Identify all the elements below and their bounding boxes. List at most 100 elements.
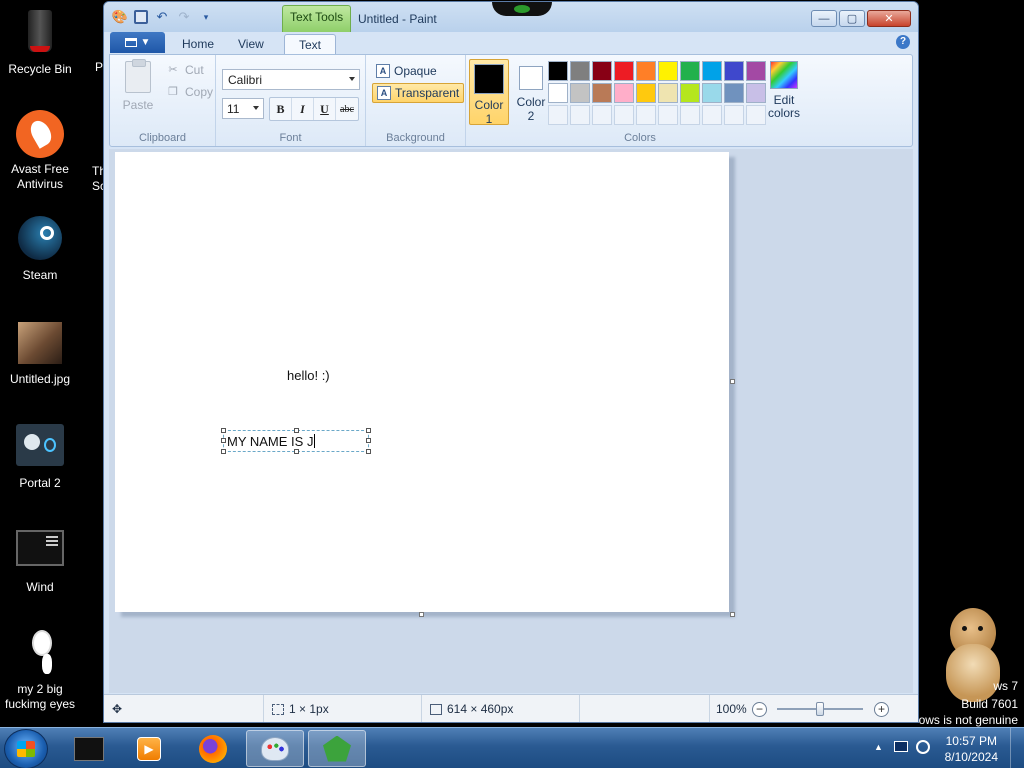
- palette-empty-swatch[interactable]: [614, 105, 634, 125]
- italic-button[interactable]: I: [292, 98, 314, 120]
- paint-app-icon[interactable]: 🎨: [112, 9, 128, 25]
- action-center-icon[interactable]: [894, 741, 908, 752]
- desktop-icon-recycle-bin[interactable]: Recycle Bin: [0, 10, 80, 77]
- tab-home[interactable]: Home: [168, 34, 228, 54]
- resize-handle[interactable]: [294, 428, 299, 433]
- redo-icon[interactable]: ↷: [176, 9, 192, 25]
- taskbar-firefox[interactable]: [184, 730, 242, 767]
- show-hidden-icons-icon[interactable]: ▲: [874, 742, 883, 752]
- palette-color-swatch[interactable]: [548, 61, 568, 81]
- resize-handle[interactable]: [221, 449, 226, 454]
- resize-handle[interactable]: [366, 449, 371, 454]
- taskbar-media-player[interactable]: ▶: [120, 730, 178, 767]
- palette-empty-swatch[interactable]: [636, 105, 656, 125]
- help-icon[interactable]: ?: [896, 35, 910, 49]
- palette-color-swatch[interactable]: [614, 83, 634, 103]
- palette-empty-swatch[interactable]: [746, 105, 766, 125]
- text-edit-box[interactable]: MY NAME IS J: [221, 428, 371, 454]
- palette-color-swatch[interactable]: [724, 83, 744, 103]
- zoom-out-button[interactable]: −: [752, 702, 767, 717]
- title-bar[interactable]: 🎨 ↶ ↷ ▾ Text Tools Untitled - Paint — ▢ …: [104, 2, 918, 32]
- palette-empty-swatch[interactable]: [658, 105, 678, 125]
- customize-toolbar-icon[interactable]: ▾: [198, 9, 214, 25]
- palette-color-swatch[interactable]: [614, 61, 634, 81]
- font-family-select[interactable]: Calibri: [222, 69, 360, 90]
- palette-color-swatch[interactable]: [570, 83, 590, 103]
- palette-color-swatch[interactable]: [636, 83, 656, 103]
- close-button[interactable]: ✕: [867, 10, 911, 27]
- strikethrough-button[interactable]: abc: [336, 98, 358, 120]
- cut-button[interactable]: ✂ Cut: [166, 63, 203, 77]
- start-button[interactable]: [4, 729, 48, 768]
- minimize-button[interactable]: —: [811, 10, 837, 27]
- font-size-select[interactable]: 11: [222, 98, 264, 119]
- palette-color-swatch[interactable]: [548, 83, 568, 103]
- window-title: Untitled - Paint: [358, 12, 437, 26]
- palette-color-swatch[interactable]: [570, 61, 590, 81]
- edit-colors-button[interactable]: Edit colors: [764, 61, 804, 120]
- taskbar-green-app[interactable]: [308, 730, 366, 767]
- palette-color-swatch[interactable]: [658, 83, 678, 103]
- color-1-button[interactable]: Color 1: [469, 59, 509, 126]
- desktop-icon-steam[interactable]: Steam: [0, 216, 80, 283]
- undo-icon[interactable]: ↶: [154, 9, 170, 25]
- desktop-icon-wind[interactable]: Wind: [0, 528, 80, 595]
- palette-empty-swatch[interactable]: [702, 105, 722, 125]
- resize-handle[interactable]: [221, 438, 226, 443]
- bold-button[interactable]: B: [270, 98, 292, 120]
- paste-button[interactable]: Paste: [120, 59, 156, 112]
- underline-button[interactable]: U: [314, 98, 336, 120]
- opaque-button[interactable]: A Opaque: [372, 61, 441, 81]
- desktop-icon-label: my 2 big fuckimg eyes: [4, 682, 76, 711]
- palette-color-swatch[interactable]: [680, 83, 700, 103]
- palette-color-swatch[interactable]: [746, 61, 766, 81]
- drawing-canvas[interactable]: hello! :) MY NAME IS J: [115, 152, 729, 612]
- palette-color-swatch[interactable]: [658, 61, 678, 81]
- desktop-icon-portal-2[interactable]: Portal 2: [0, 424, 80, 491]
- desktop-icon-avast[interactable]: Avast Free Antivirus: [0, 110, 80, 192]
- zoom-slider[interactable]: [777, 702, 863, 716]
- resize-handle[interactable]: [366, 428, 371, 433]
- palette-color-swatch[interactable]: [724, 61, 744, 81]
- taskbar-app-window[interactable]: [60, 730, 118, 767]
- resize-handle[interactable]: [366, 438, 371, 443]
- zoom-in-button[interactable]: +: [874, 702, 889, 717]
- paint-menu-button[interactable]: ▼: [110, 32, 165, 53]
- palette-empty-swatch[interactable]: [724, 105, 744, 125]
- palette-color-swatch[interactable]: [592, 83, 612, 103]
- palette-color-swatch[interactable]: [636, 61, 656, 81]
- canvas-resize-handle-right[interactable]: [730, 379, 735, 384]
- palette-color-swatch[interactable]: [680, 61, 700, 81]
- status-blank: [580, 695, 710, 722]
- tab-view[interactable]: View: [224, 34, 278, 54]
- palette-color-swatch[interactable]: [746, 83, 766, 103]
- network-icon[interactable]: [916, 740, 930, 754]
- avast-icon: [16, 110, 64, 158]
- colors-group: Color 1 Color 2 Edit colors Colors: [466, 55, 816, 146]
- transparent-button[interactable]: A Transparent: [372, 83, 465, 103]
- palette-empty-swatch[interactable]: [570, 105, 590, 125]
- desktop-icon-eyes[interactable]: my 2 big fuckimg eyes: [0, 630, 80, 712]
- zoom-slider-thumb[interactable]: [816, 702, 824, 716]
- clock[interactable]: 10:57 PM 8/10/2024: [945, 733, 998, 765]
- canvas-resize-handle-bottom[interactable]: [419, 612, 424, 617]
- resize-handle[interactable]: [294, 449, 299, 454]
- palette-empty-swatch[interactable]: [548, 105, 568, 125]
- palette-empty-swatch[interactable]: [592, 105, 612, 125]
- color-2-button[interactable]: Color 2: [511, 59, 551, 125]
- transparent-label: Transparent: [395, 86, 460, 100]
- maximize-button[interactable]: ▢: [839, 10, 865, 27]
- show-desktop-button[interactable]: [1010, 728, 1024, 768]
- palette-color-swatch[interactable]: [592, 61, 612, 81]
- palette-empty-swatch[interactable]: [680, 105, 700, 125]
- copy-button[interactable]: ❐ Copy: [166, 85, 213, 99]
- resize-handle[interactable]: [221, 428, 226, 433]
- tab-text[interactable]: Text: [284, 34, 337, 54]
- palette-color-swatch[interactable]: [702, 61, 722, 81]
- canvas-resize-handle-corner[interactable]: [730, 612, 735, 617]
- taskbar-paint[interactable]: [246, 730, 304, 767]
- desktop-icon-untitled-jpg[interactable]: Untitled.jpg: [0, 320, 80, 387]
- save-icon[interactable]: [134, 10, 148, 24]
- color-1-number: 1: [485, 112, 493, 126]
- palette-color-swatch[interactable]: [702, 83, 722, 103]
